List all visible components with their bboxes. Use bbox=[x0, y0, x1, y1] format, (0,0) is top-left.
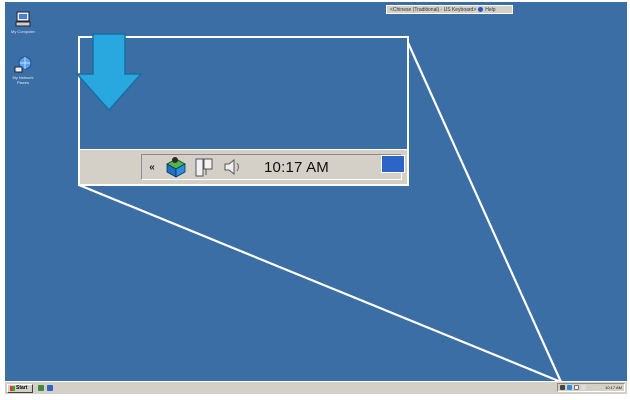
network-connection-icon[interactable] bbox=[190, 154, 218, 180]
start-button[interactable]: Start bbox=[7, 383, 33, 393]
mini-system-tray: 10:17 AM bbox=[557, 383, 625, 392]
tray-clock[interactable]: 10:17 AM bbox=[264, 159, 329, 176]
show-desktop-icon[interactable] bbox=[381, 155, 405, 173]
desktop-item-my-computer[interactable]: My Computer bbox=[8, 10, 38, 34]
help-icon[interactable] bbox=[478, 7, 484, 12]
desktop-item-label: My Computer bbox=[10, 29, 35, 34]
start-flag-icon bbox=[10, 385, 15, 391]
zoomed-taskbar: « 10:17 AM bbox=[80, 149, 407, 184]
desktop-item-label: My Network Places bbox=[12, 75, 34, 85]
callout-arrow bbox=[75, 33, 143, 112]
app-tray-icon[interactable] bbox=[162, 154, 190, 180]
network-icon bbox=[14, 56, 32, 74]
desktop-screen: <Chinese (Traditional) - US Keyboard> He… bbox=[5, 2, 627, 394]
lang-bar-help[interactable]: Help bbox=[485, 7, 495, 13]
taskbar-clock[interactable]: 10:17 AM bbox=[605, 385, 622, 390]
volume-icon[interactable] bbox=[581, 385, 586, 390]
language-bar[interactable]: <Chinese (Traditional) - US Keyboard> He… bbox=[386, 5, 513, 14]
my-computer-icon bbox=[14, 10, 32, 28]
app-tray-icon[interactable] bbox=[567, 385, 572, 390]
lang-bar-text: <Chinese (Traditional) - US Keyboard> bbox=[390, 6, 477, 13]
volume-icon[interactable] bbox=[218, 154, 246, 180]
system-tray: « 10:17 AM bbox=[141, 154, 402, 180]
taskbar: Start 10:17 AM bbox=[5, 381, 627, 394]
expand-tray-icon[interactable]: « bbox=[142, 162, 162, 173]
start-label: Start bbox=[16, 385, 28, 391]
expand-tray-icon[interactable] bbox=[560, 385, 565, 390]
desktop-item-network[interactable]: My Network Places bbox=[8, 56, 38, 85]
network-connection-icon[interactable] bbox=[574, 385, 579, 390]
quick-launch-icon[interactable] bbox=[38, 385, 44, 391]
quick-launch-icon[interactable] bbox=[47, 385, 53, 391]
